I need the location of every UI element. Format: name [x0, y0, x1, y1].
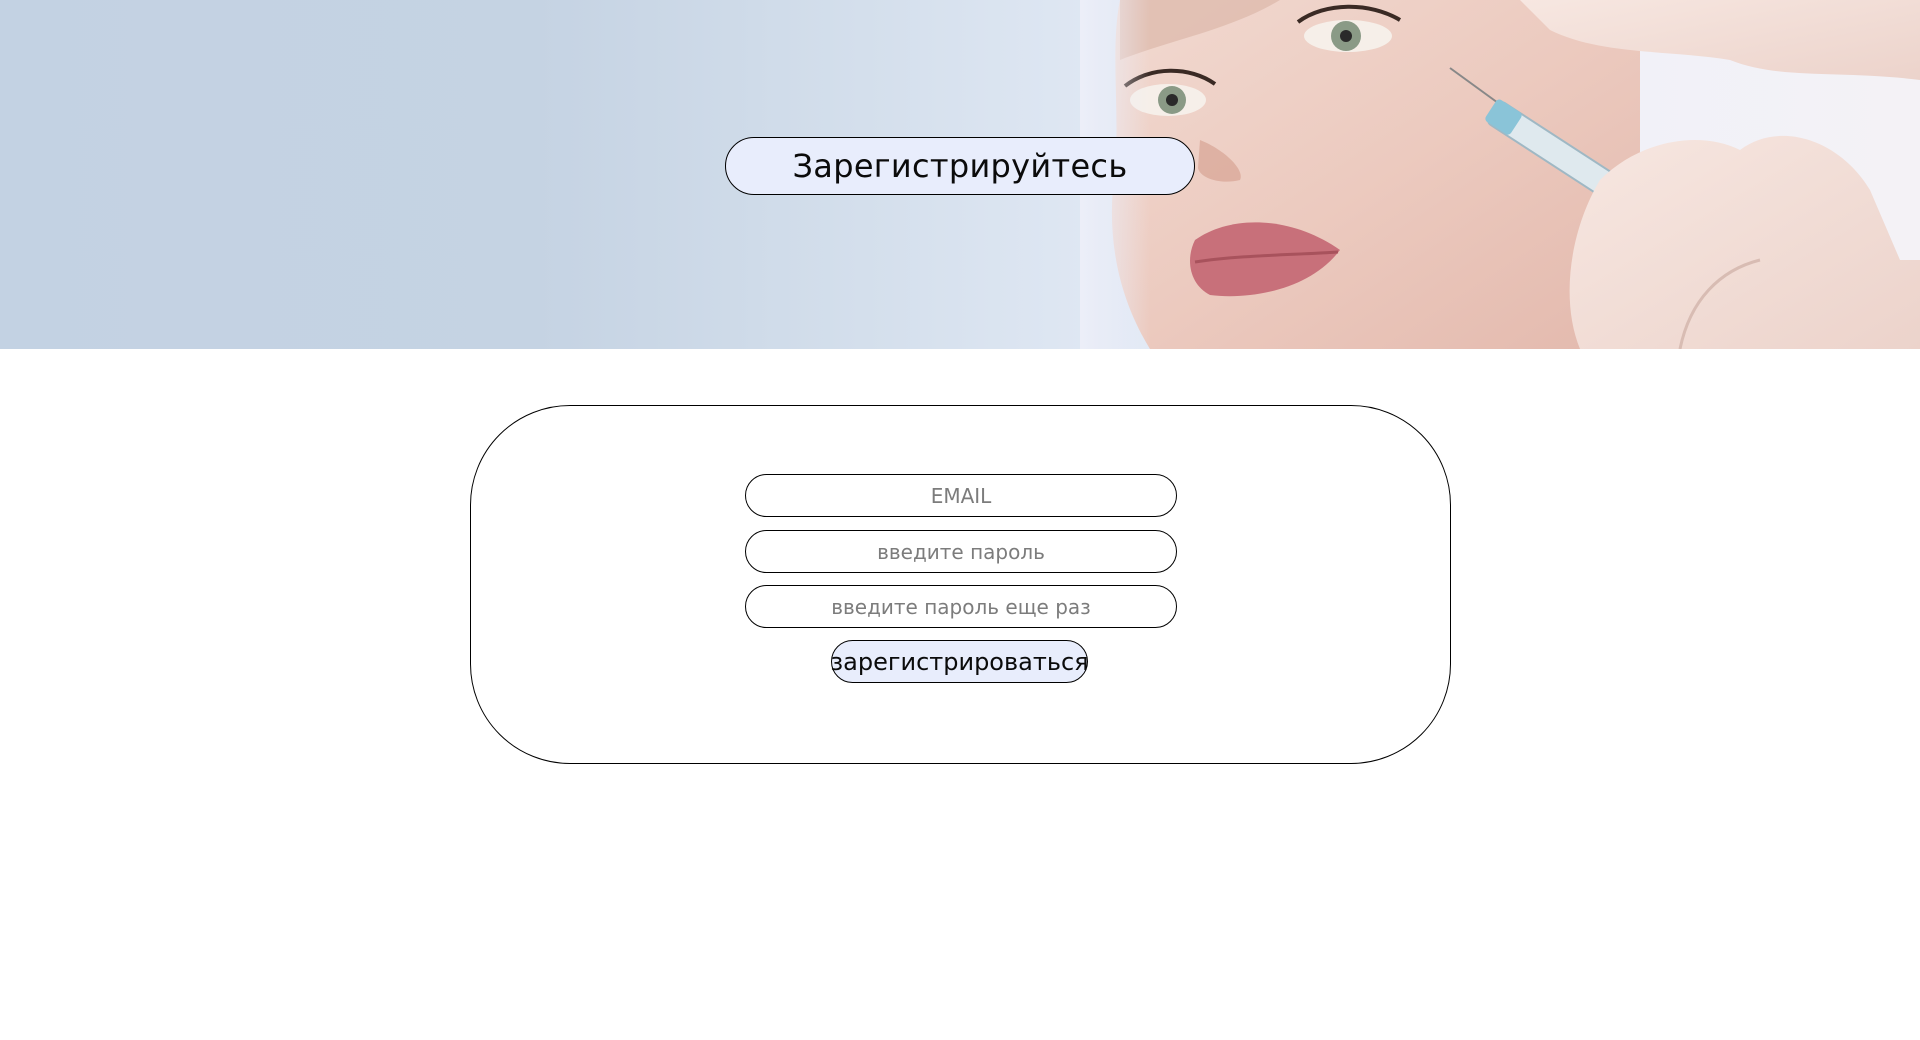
password-field[interactable] — [745, 530, 1177, 573]
page-title-pill: Зарегистрируйтесь — [725, 137, 1195, 195]
email-field[interactable] — [745, 474, 1177, 517]
hero-image — [1080, 0, 1920, 349]
hero-banner: Зарегистрируйтесь — [0, 0, 1920, 349]
register-button[interactable]: зарегистрироваться — [830, 640, 1089, 683]
page-title: Зарегистрируйтесь — [792, 147, 1128, 185]
password-repeat-field[interactable] — [745, 585, 1177, 628]
registration-page: Зарегистрируйтесь зарегистрироваться — [0, 0, 1920, 1040]
